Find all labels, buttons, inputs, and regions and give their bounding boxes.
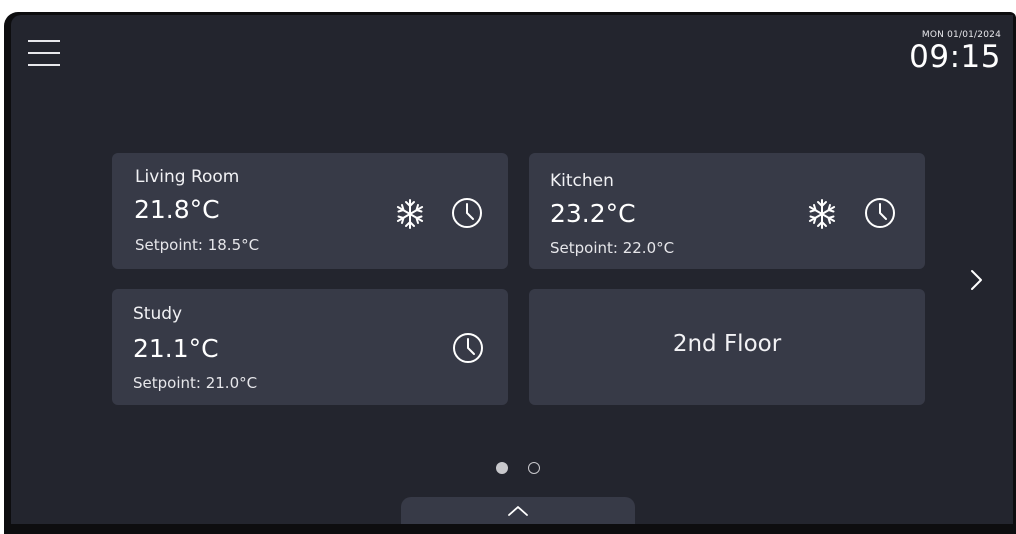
zone-temperature: 23.2°C <box>550 199 636 228</box>
snowflake-icon <box>396 199 424 229</box>
zone-tile-study[interactable]: Study 21.1°C Setpoint: 21.0°C <box>112 289 508 405</box>
zone-setpoint: Setpoint: 18.5°C <box>135 236 260 254</box>
datetime-display: MON 01/01/2024 09:15 <box>909 30 1001 73</box>
floor-tile-2nd-floor[interactable]: 2nd Floor <box>529 289 925 405</box>
clock-icon[interactable] <box>451 331 485 365</box>
clock-time: 09:15 <box>909 39 1001 75</box>
chevron-up-icon <box>508 506 528 516</box>
floor-label: 2nd Floor <box>672 331 782 357</box>
zone-setpoint: Setpoint: 21.0°C <box>133 374 258 392</box>
hamburger-menu-icon[interactable] <box>28 39 60 69</box>
chevron-right-icon[interactable] <box>966 265 986 295</box>
zone-tile-kitchen[interactable]: Kitchen 23.2°C Setpoint: 22.0°C <box>529 153 925 269</box>
thermostat-screen: MON 01/01/2024 09:15 Living Room 21.8°C … <box>11 15 1013 524</box>
bottom-drawer-handle[interactable] <box>401 497 635 524</box>
zone-name: Living Room <box>135 167 240 187</box>
zone-name: Kitchen <box>550 171 614 191</box>
snowflake-icon <box>808 199 836 229</box>
page-indicator-2[interactable] <box>528 462 540 474</box>
clock-icon[interactable] <box>863 196 897 230</box>
zone-temperature: 21.8°C <box>134 195 220 224</box>
zone-name: Study <box>133 304 183 324</box>
zone-temperature: 21.1°C <box>133 334 219 363</box>
zone-setpoint: Setpoint: 22.0°C <box>550 239 675 257</box>
zone-tile-living-room[interactable]: Living Room 21.8°C Setpoint: 18.5°C <box>112 153 508 269</box>
clock-icon[interactable] <box>450 196 484 230</box>
page-indicator-1[interactable] <box>496 462 508 474</box>
